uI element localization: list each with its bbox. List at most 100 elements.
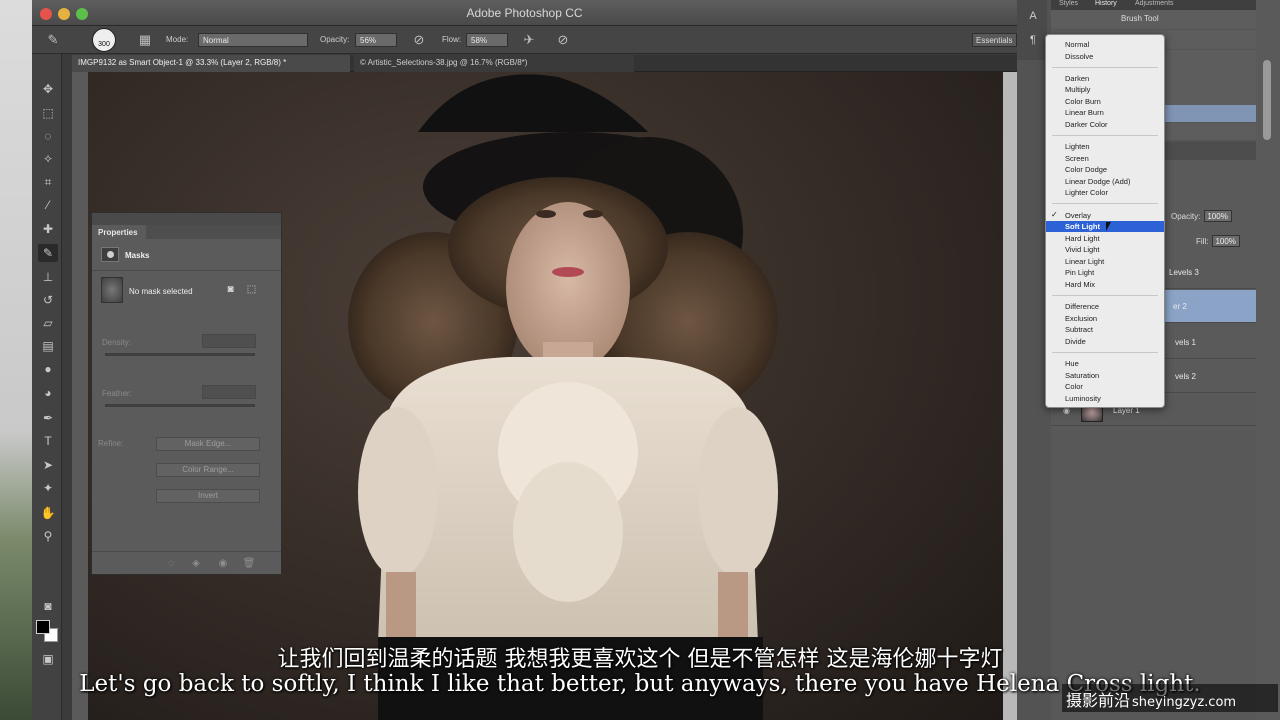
- pen-tool-icon[interactable]: ✒: [38, 409, 58, 427]
- blend-mode-item-checked[interactable]: Overlay: [1046, 210, 1164, 221]
- gradient-tool-icon[interactable]: ▤: [38, 337, 58, 355]
- healing-brush-tool-icon[interactable]: ✚: [38, 220, 58, 238]
- flow-field[interactable]: 58%: [466, 33, 508, 47]
- blend-mode-item[interactable]: Pin Light: [1046, 267, 1164, 278]
- blend-mode-item[interactable]: Subtract: [1046, 324, 1164, 335]
- eraser-tool-icon[interactable]: ▱: [38, 314, 58, 332]
- move-tool-icon[interactable]: ✥: [38, 80, 58, 98]
- layer-opacity-control[interactable]: Opacity: 100%: [1171, 210, 1233, 222]
- blend-mode-item[interactable]: Hue: [1046, 358, 1164, 369]
- brush-tool-icon[interactable]: ✎: [38, 244, 58, 262]
- feather-slider[interactable]: [105, 404, 255, 407]
- airbrush-icon[interactable]: ✈: [520, 31, 538, 49]
- blend-mode-item[interactable]: Linear Light: [1046, 256, 1164, 267]
- blend-mode-item[interactable]: Screen: [1046, 153, 1164, 164]
- workspace-switcher[interactable]: Essentials: [972, 33, 1017, 47]
- tool-options-bar: ✎ 300 ▦ Mode: Normal Opacity: 56% ⊘ Flow…: [32, 26, 1017, 54]
- history-brush-tool-icon[interactable]: ↺: [38, 291, 58, 309]
- mode-select[interactable]: Normal: [198, 33, 308, 47]
- blend-mode-item[interactable]: Color Burn: [1046, 96, 1164, 107]
- layer-opacity-field[interactable]: 100%: [1204, 210, 1233, 222]
- blur-tool-icon[interactable]: ●: [38, 360, 58, 378]
- blend-mode-item[interactable]: Lighter Color: [1046, 187, 1164, 198]
- density-field[interactable]: [202, 334, 256, 348]
- add-vector-mask-icon[interactable]: ⬚: [245, 283, 258, 296]
- paragraph-panel-icon[interactable]: ¶: [1025, 32, 1041, 48]
- scrollbar-thumb[interactable]: [1263, 60, 1271, 140]
- history-item[interactable]: Brush Tool: [1051, 10, 1256, 30]
- blend-mode-item[interactable]: Hard Light: [1046, 233, 1164, 244]
- crop-tool-icon[interactable]: ⌗: [38, 173, 58, 191]
- mask-edge-button[interactable]: Mask Edge...: [156, 437, 260, 451]
- dodge-tool-icon[interactable]: ◕: [38, 384, 58, 402]
- foreground-color-swatch[interactable]: [36, 620, 50, 634]
- watermark-name: 摄影前沿: [1066, 691, 1131, 710]
- tab-document-2[interactable]: © Artistic_Selections-38.jpg @ 16.7% (RG…: [354, 55, 634, 72]
- character-panel-icon[interactable]: A: [1025, 8, 1041, 24]
- pressure-size-icon[interactable]: ⊘: [554, 31, 572, 49]
- tools-panel: ✥ ⬚ ◌ ✧ ⌗ ⁄ ✚ ✎ ⊥ ↺ ▱ ▤ ● ◕ ✒ T ➤ ✦ ✋ ⚲ …: [32, 54, 62, 720]
- quick-mask-icon[interactable]: ◙: [38, 597, 58, 615]
- clone-stamp-tool-icon[interactable]: ⊥: [38, 268, 58, 286]
- quick-selection-tool-icon[interactable]: ✧: [38, 150, 58, 168]
- marquee-tool-icon[interactable]: ⬚: [38, 104, 58, 122]
- hand-tool-icon[interactable]: ✋: [38, 504, 58, 522]
- refine-label: Refine:: [98, 439, 124, 448]
- visibility-eye-icon[interactable]: ◉: [216, 557, 230, 571]
- sleeve-right: [698, 407, 778, 577]
- brush-size-preview[interactable]: [92, 28, 116, 52]
- add-pixel-mask-icon[interactable]: ◙: [224, 283, 237, 296]
- properties-panel-header[interactable]: [92, 213, 281, 225]
- layer-fill-field[interactable]: 100%: [1212, 235, 1241, 247]
- feather-field[interactable]: [202, 385, 256, 399]
- blend-mode-item[interactable]: Linear Dodge (Add): [1046, 176, 1164, 187]
- tab-adjustments[interactable]: Adjustments: [1131, 0, 1178, 7]
- blend-mode-item[interactable]: Divide: [1046, 336, 1164, 347]
- blend-mode-item[interactable]: Hard Mix: [1046, 279, 1164, 290]
- blend-mode-item[interactable]: Normal: [1046, 39, 1164, 50]
- blend-mode-item[interactable]: Darker Color: [1046, 119, 1164, 130]
- brush-tool-preset-icon[interactable]: ✎: [44, 31, 62, 49]
- watermark: 摄影前沿 sheyingzyz.com: [1062, 684, 1278, 712]
- shape-tool-icon[interactable]: ✦: [38, 479, 58, 497]
- invert-button[interactable]: Invert: [156, 489, 260, 503]
- tab-styles[interactable]: Styles: [1055, 0, 1082, 7]
- blend-mode-item[interactable]: Luminosity: [1046, 393, 1164, 404]
- eyedropper-tool-icon[interactable]: ⁄: [38, 196, 58, 214]
- menu-separator: [1052, 67, 1158, 68]
- blend-mode-item[interactable]: Vivid Light: [1046, 244, 1164, 255]
- tab-properties[interactable]: Properties: [92, 225, 146, 239]
- blend-mode-item[interactable]: Multiply: [1046, 84, 1164, 95]
- blend-mode-item[interactable]: Linear Burn: [1046, 107, 1164, 118]
- load-selection-icon[interactable]: ◌: [164, 557, 178, 571]
- color-range-button[interactable]: Color Range...: [156, 463, 260, 477]
- canvas-pasteboard-right: [1003, 72, 1017, 720]
- delete-mask-icon[interactable]: 🗑: [242, 557, 256, 571]
- blend-mode-item[interactable]: Dissolve: [1046, 51, 1164, 62]
- type-tool-icon[interactable]: T: [38, 432, 58, 450]
- apply-mask-icon[interactable]: ◈: [189, 557, 203, 571]
- blend-mode-item[interactable]: Darken: [1046, 73, 1164, 84]
- pressure-opacity-icon[interactable]: ⊘: [410, 31, 428, 49]
- menu-separator: [1052, 295, 1158, 296]
- blend-mode-item[interactable]: Color: [1046, 381, 1164, 392]
- blend-mode-item-highlighted[interactable]: Soft Light: [1046, 221, 1164, 232]
- tab-document-1[interactable]: IMGP9132 as Smart Object-1 @ 33.3% (Laye…: [72, 55, 350, 72]
- brush-panel-toggle-icon[interactable]: ▦: [136, 31, 154, 49]
- blend-mode-item[interactable]: Saturation: [1046, 370, 1164, 381]
- mode-label: Mode:: [166, 35, 189, 44]
- layer-fill-control[interactable]: Fill: 100%: [1196, 235, 1241, 247]
- blend-mode-item[interactable]: Difference: [1046, 301, 1164, 312]
- panel-icon-strip: A ¶: [1017, 0, 1047, 60]
- density-slider[interactable]: [105, 353, 255, 356]
- lasso-tool-icon[interactable]: ◌: [38, 127, 58, 145]
- path-selection-tool-icon[interactable]: ➤: [38, 456, 58, 474]
- hat-feather: [418, 74, 648, 132]
- opacity-field[interactable]: 56%: [355, 33, 397, 47]
- blend-mode-item[interactable]: Exclusion: [1046, 313, 1164, 324]
- tab-history[interactable]: History: [1091, 0, 1121, 7]
- masks-label: Masks: [125, 251, 150, 260]
- zoom-tool-icon[interactable]: ⚲: [38, 527, 58, 545]
- blend-mode-item[interactable]: Lighten: [1046, 141, 1164, 152]
- blend-mode-item[interactable]: Color Dodge: [1046, 164, 1164, 175]
